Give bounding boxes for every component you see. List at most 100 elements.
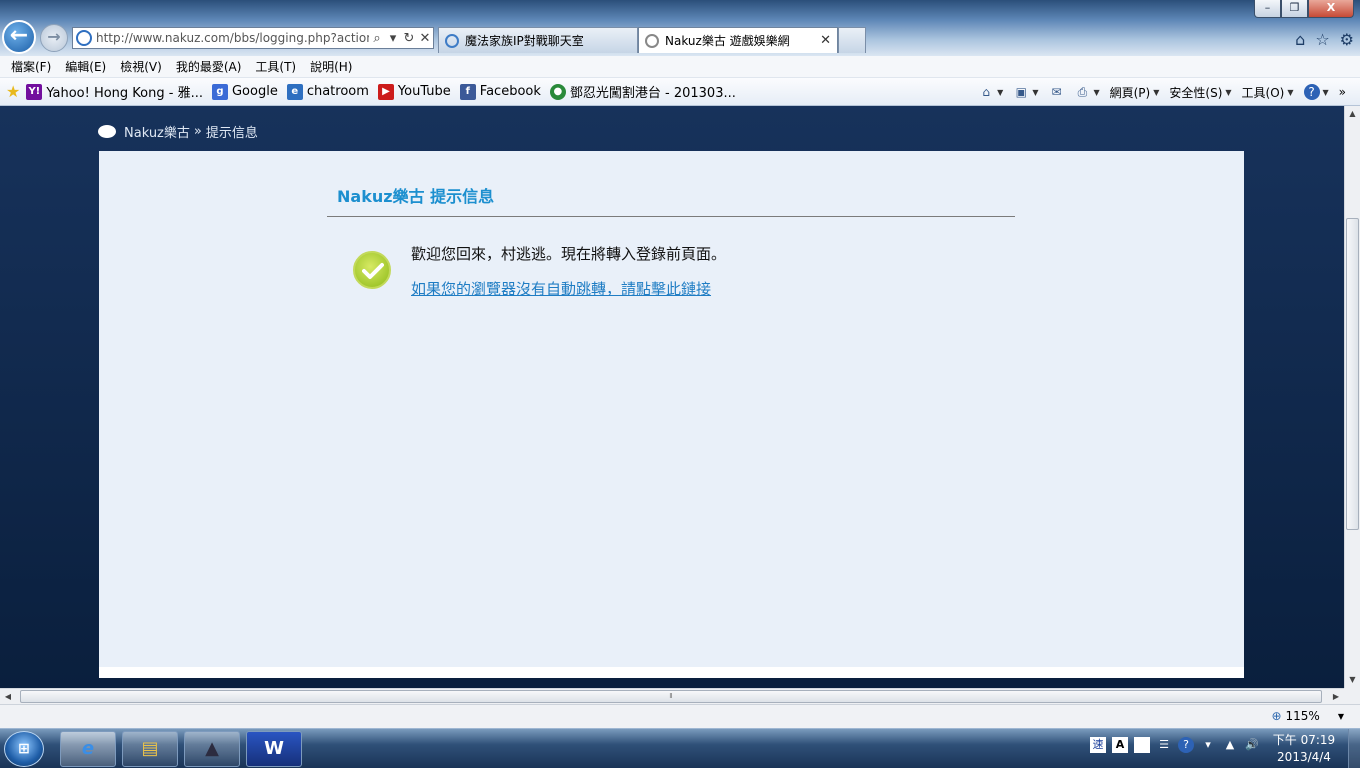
taskbar-app-penguin[interactable]: ▲ — [184, 731, 240, 767]
redirect-link[interactable]: 如果您的瀏覽器沒有自動跳轉，請點擊此鏈接 — [411, 278, 711, 299]
favorite-label: Facebook — [479, 84, 541, 99]
scroll-up-icon[interactable]: ▲ — [1345, 106, 1360, 122]
safety-menu[interactable]: 安全性(S) ▼ — [1169, 84, 1231, 101]
favorite-yahoo[interactable]: Y! Yahoo! Hong Kong - 雅... — [26, 82, 203, 101]
scroll-right-icon[interactable]: ▶ — [1328, 689, 1344, 705]
chevron-down-icon: ▼ — [1337, 711, 1344, 721]
search-icon[interactable]: ⌕ — [369, 31, 385, 46]
arrow-right-icon: → — [47, 27, 61, 46]
taskbar-internet-explorer[interactable]: e — [60, 731, 116, 767]
home-command[interactable]: ⌂ ▼ — [978, 84, 1003, 100]
browser-toolbar-icons: ⌂ ☆ ⚙ — [1295, 30, 1354, 49]
ime-mode-icon[interactable]: 速 — [1090, 737, 1106, 753]
help-icon[interactable]: ? — [1178, 737, 1194, 753]
menu-help[interactable]: 說明(H) — [303, 58, 359, 75]
scrollbar-corner — [1344, 688, 1360, 704]
globe-icon: ● — [549, 83, 566, 100]
speech-bubble-icon — [98, 125, 116, 138]
horizontal-scrollbar[interactable]: ◀ Ⅱ ▶ — [0, 688, 1344, 704]
favorite-google[interactable]: g Google — [211, 83, 278, 100]
zoom-icon: ⊕ — [1271, 709, 1282, 723]
volume-icon[interactable]: 🔊 — [1244, 737, 1260, 753]
menu-tools[interactable]: 工具(T) — [248, 58, 303, 75]
page-viewport: Nakuz樂古 » 提示信息 Nakuz樂古 提示信息 歡迎您回來，村逃逃。現在… — [0, 106, 1344, 688]
show-hidden-icons[interactable]: ▲ — [1222, 737, 1238, 753]
ime-toggle-icon[interactable] — [1134, 737, 1150, 753]
favorites-star-icon[interactable]: ☆ — [1315, 30, 1329, 49]
arrow-left-icon: ← — [9, 23, 29, 48]
minimize-button[interactable]: – — [1254, 0, 1281, 18]
vertical-scrollbar[interactable]: ▲ ▼ — [1344, 106, 1360, 688]
taskbar: ⊞ e ▤ ▲ W 速 A ☰ ? ▾ ▲ 🔊 下午 07:19 2013/4/… — [0, 728, 1360, 768]
page-menu[interactable]: 網頁(P) ▼ — [1110, 84, 1160, 101]
address-url[interactable]: http://www.nakuz.com/bbs/logging.php?act… — [96, 31, 369, 45]
message-body: 歡迎您回來，村逃逃。現在將轉入登錄前頁面。 如果您的瀏覽器沒有自動跳轉，請點擊此… — [327, 243, 1015, 299]
yahoo-icon: Y! — [26, 83, 43, 100]
horizontal-scroll-thumb[interactable]: Ⅱ — [20, 690, 1322, 703]
show-desktop-button[interactable] — [1348, 729, 1360, 768]
home-icon[interactable]: ⌂ — [1295, 30, 1305, 49]
start-button[interactable]: ⊞ — [4, 731, 44, 767]
forward-button[interactable]: → — [40, 24, 68, 52]
scroll-down-icon[interactable]: ▼ — [1345, 672, 1360, 688]
favorite-chatroom[interactable]: e chatroom — [286, 83, 369, 100]
content-panel: Nakuz樂古 提示信息 歡迎您回來，村逃逃。現在將轉入登錄前頁面。 如果您的瀏… — [99, 151, 1244, 678]
new-tab-button[interactable] — [838, 27, 866, 53]
favorite-label: YouTube — [397, 84, 451, 99]
ie-icon — [445, 33, 459, 48]
close-button[interactable]: X — [1308, 0, 1354, 18]
breadcrumb-site-link[interactable]: Nakuz樂古 — [124, 122, 190, 141]
taskbar-microsoft-word[interactable]: W — [246, 731, 302, 767]
menu-favorites[interactable]: 我的最愛(A) — [169, 58, 249, 75]
favorite-label: Yahoo! Hong Kong - 雅... — [46, 86, 203, 101]
favorite-youtube[interactable]: ▶ YouTube — [377, 83, 451, 100]
clock[interactable]: 下午 07:19 2013/4/4 — [1266, 732, 1342, 766]
youtube-icon: ▶ — [377, 83, 394, 100]
window-controls: – ❐ X — [1254, 0, 1354, 18]
toolbar-overflow[interactable]: » — [1339, 85, 1346, 99]
refresh-icon[interactable]: ↻ — [401, 31, 417, 46]
title-bar: – ❐ X ← → http://www.nakuz.com/bbs/loggi… — [0, 0, 1360, 56]
gear-icon[interactable]: ⚙ — [1340, 30, 1354, 49]
chevron-down-icon: ▼ — [1225, 87, 1232, 97]
favorites-star-icon[interactable]: ★ — [6, 82, 20, 101]
ime-options-icon[interactable]: ▾ — [1200, 737, 1216, 753]
tools-menu[interactable]: 工具(O) ▼ — [1242, 84, 1294, 101]
ime-menu-icon[interactable]: ☰ — [1156, 737, 1172, 753]
tab-nakuz[interactable]: Nakuz樂古 遊戲娛樂網 ✕ — [638, 27, 838, 53]
google-icon: g — [211, 83, 228, 100]
chevron-down-icon: ▼ — [1153, 87, 1160, 97]
page-menu-label: 網頁(P) — [1109, 85, 1151, 100]
print-command[interactable]: ⎙ ▼ — [1074, 84, 1100, 100]
scroll-left-icon[interactable]: ◀ — [0, 689, 16, 705]
breadcrumb-current: 提示信息 — [205, 126, 258, 141]
favorite-news[interactable]: ● 鄧忍光闖割港台 - 201303... — [549, 82, 736, 101]
feeds-command[interactable]: ▣ ▼ — [1013, 84, 1039, 100]
tab-label: 魔法家族IP對戰聊天室 — [465, 34, 584, 48]
stop-icon[interactable]: ✕ — [417, 31, 433, 46]
menu-view[interactable]: 檢視(V) — [113, 58, 169, 75]
maximize-button[interactable]: ❐ — [1281, 0, 1308, 18]
zoom-control[interactable]: ⊕ 115% ▼ — [1271, 709, 1344, 723]
help-menu[interactable]: ? ▼ — [1303, 84, 1329, 100]
chevron-down-icon: ▼ — [1322, 87, 1329, 97]
checkmark-icon — [362, 263, 384, 279]
mail-command[interactable]: ✉ — [1048, 84, 1064, 100]
safety-menu-label: 安全性(S) — [1169, 85, 1223, 100]
address-bar[interactable]: http://www.nakuz.com/bbs/logging.php?act… — [72, 27, 434, 49]
chevron-down-icon[interactable]: ▾ — [385, 31, 401, 46]
taskbar-file-explorer[interactable]: ▤ — [122, 731, 178, 767]
menu-file[interactable]: 檔案(F) — [4, 58, 58, 75]
ime-font-icon[interactable]: A — [1112, 737, 1128, 753]
facebook-icon: f — [459, 83, 476, 100]
content-footer-band — [99, 667, 1244, 678]
back-button[interactable]: ← — [2, 20, 36, 54]
tab-magic-family-chat[interactable]: 魔法家族IP對戰聊天室 — [438, 27, 638, 53]
menu-edit[interactable]: 編輯(E) — [58, 58, 113, 75]
breadcrumb: Nakuz樂古 » 提示信息 — [98, 122, 258, 141]
vertical-scroll-thumb[interactable] — [1346, 218, 1359, 530]
tab-close-icon[interactable]: ✕ — [820, 33, 831, 48]
help-icon: ? — [1303, 84, 1320, 100]
favorite-facebook[interactable]: f Facebook — [459, 83, 541, 100]
tab-label: Nakuz樂古 遊戲娛樂網 — [665, 34, 790, 48]
